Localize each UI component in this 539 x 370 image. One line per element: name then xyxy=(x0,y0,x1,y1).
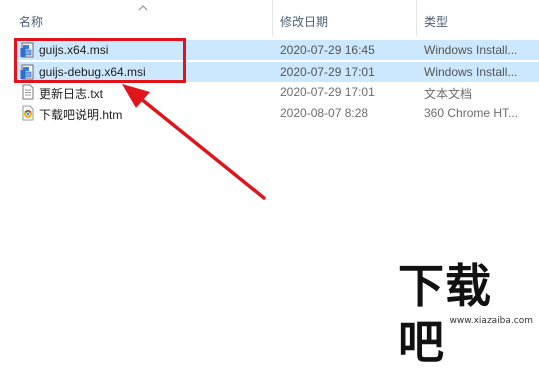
watermark-url: www.xiazaiba.com xyxy=(449,316,533,326)
column-header-name[interactable]: 名称 xyxy=(19,13,43,30)
file-name: 下载吧说明.htm xyxy=(39,108,123,122)
column-header-type[interactable]: 类型 xyxy=(424,13,448,30)
column-header-date[interactable]: 修改日期 xyxy=(280,13,328,30)
file-row[interactable]: 更新日志.txt 2020-07-29 17:01 文本文档 xyxy=(15,82,539,102)
column-divider[interactable] xyxy=(272,0,273,36)
text-document-icon xyxy=(22,84,34,100)
file-name: guijs-debug.x64.msi xyxy=(39,65,146,79)
column-divider[interactable] xyxy=(416,0,417,36)
file-type: 360 Chrome HT... xyxy=(424,106,519,120)
file-name: guijs.x64.msi xyxy=(39,43,109,57)
file-date: 2020-07-29 16:45 xyxy=(280,43,375,57)
browser-html-icon xyxy=(22,105,34,121)
msi-installer-icon xyxy=(20,64,34,80)
msi-installer-icon xyxy=(20,42,34,58)
column-header-bar: 名称 修改日期 类型 xyxy=(0,0,539,36)
file-date: 2020-07-29 17:01 xyxy=(280,65,375,79)
file-type: Windows Install... xyxy=(424,65,518,79)
watermark-logo: 下载吧 www.xiazaiba.com xyxy=(398,258,539,369)
file-row[interactable]: guijs-debug.x64.msi 2020-07-29 17:01 Win… xyxy=(15,62,539,82)
file-row[interactable]: 下载吧说明.htm 2020-08-07 8:28 360 Chrome HT.… xyxy=(15,103,539,123)
file-date: 2020-08-07 8:28 xyxy=(280,106,369,120)
watermark-logo-text: 下载吧 xyxy=(398,259,492,369)
file-type: 文本文档 xyxy=(424,87,473,101)
file-type: Windows Install... xyxy=(424,43,518,57)
file-name: 更新日志.txt xyxy=(39,87,104,101)
file-date: 2020-07-29 17:01 xyxy=(280,85,375,99)
file-row[interactable]: guijs.x64.msi 2020-07-29 16:45 Windows I… xyxy=(15,40,539,60)
sort-ascending-icon[interactable] xyxy=(138,4,148,12)
